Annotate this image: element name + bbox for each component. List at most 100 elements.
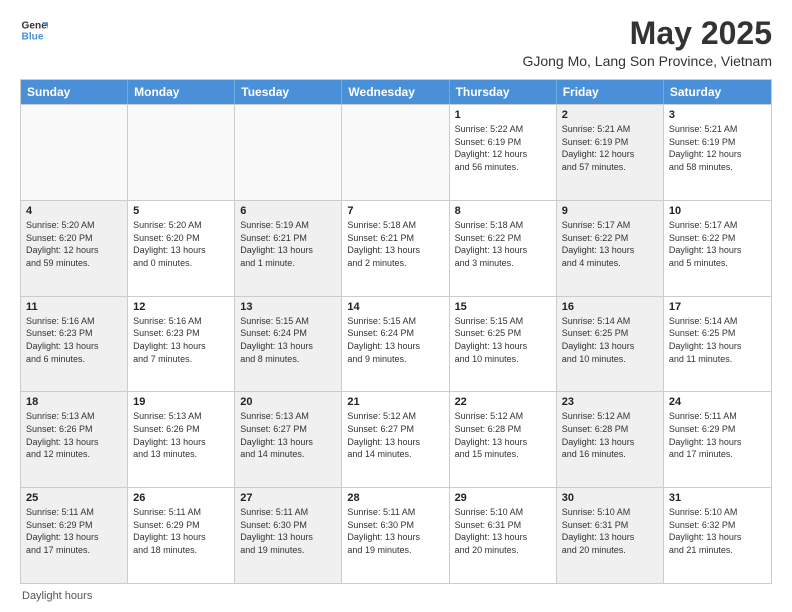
day-info: Sunrise: 5:16 AM Sunset: 6:23 PM Dayligh… [133, 315, 229, 365]
day-info: Sunrise: 5:18 AM Sunset: 6:22 PM Dayligh… [455, 219, 551, 269]
day-info: Sunrise: 5:10 AM Sunset: 6:32 PM Dayligh… [669, 506, 766, 556]
calendar-cell: 25 Sunrise: 5:11 AM Sunset: 6:29 PM Dayli… [21, 488, 128, 583]
day-info: Sunrise: 5:12 AM Sunset: 6:28 PM Dayligh… [562, 410, 658, 460]
calendar-cell: 23 Sunrise: 5:12 AM Sunset: 6:28 PM Dayli… [557, 392, 664, 487]
day-info: Sunrise: 5:11 AM Sunset: 6:30 PM Dayligh… [347, 506, 443, 556]
day-number: 15 [455, 301, 551, 313]
header-cell-wednesday: Wednesday [342, 80, 449, 104]
calendar-cell: 21Sunrise: 5:12 AM Sunset: 6:27 PM Dayli… [342, 392, 449, 487]
calendar-row-4: 18 Sunrise: 5:13 AM Sunset: 6:26 PM Dayli… [21, 391, 771, 487]
day-info: Sunrise: 5:11 AM Sunset: 6:29 PM Dayligh… [133, 506, 229, 556]
calendar-cell [342, 105, 449, 200]
svg-text:Blue: Blue [22, 31, 44, 42]
calendar-body: 1Sunrise: 5:22 AM Sunset: 6:19 PM Daylig… [21, 104, 771, 583]
header-cell-saturday: Saturday [664, 80, 771, 104]
calendar-row-2: 4 Sunrise: 5:20 AM Sunset: 6:20 PM Daylig… [21, 200, 771, 296]
logo-icon: General Blue [20, 16, 48, 44]
day-number: 6 [240, 205, 336, 217]
day-info: Sunrise: 5:13 AM Sunset: 6:26 PM Dayligh… [26, 410, 122, 460]
page: General Blue May 2025 GJong Mo, Lang Son… [0, 0, 792, 612]
day-number: 4 [26, 205, 122, 217]
day-info: Sunrise: 5:11 AM Sunset: 6:30 PM Dayligh… [240, 506, 336, 556]
day-number: 19 [133, 396, 229, 408]
calendar-cell: 8 Sunrise: 5:18 AM Sunset: 6:22 PM Daylig… [450, 201, 557, 296]
calendar-cell: 9 Sunrise: 5:17 AM Sunset: 6:22 PM Daylig… [557, 201, 664, 296]
day-number: 8 [455, 205, 551, 217]
svg-text:General: General [22, 20, 48, 31]
day-number: 21 [347, 396, 443, 408]
day-number: 27 [240, 492, 336, 504]
calendar-cell: 30 Sunrise: 5:10 AM Sunset: 6:31 PM Dayli… [557, 488, 664, 583]
calendar-cell: 12Sunrise: 5:16 AM Sunset: 6:23 PM Dayli… [128, 297, 235, 392]
calendar-header: SundayMondayTuesdayWednesdayThursdayFrid… [21, 80, 771, 104]
calendar-cell: 7 Sunrise: 5:18 AM Sunset: 6:21 PM Daylig… [342, 201, 449, 296]
day-info: Sunrise: 5:10 AM Sunset: 6:31 PM Dayligh… [455, 506, 551, 556]
day-number: 13 [240, 301, 336, 313]
day-info: Sunrise: 5:15 AM Sunset: 6:24 PM Dayligh… [347, 315, 443, 365]
day-info: Sunrise: 5:17 AM Sunset: 6:22 PM Dayligh… [562, 219, 658, 269]
day-info: Sunrise: 5:15 AM Sunset: 6:24 PM Dayligh… [240, 315, 336, 365]
calendar-cell: 10Sunrise: 5:17 AM Sunset: 6:22 PM Dayli… [664, 201, 771, 296]
day-number: 23 [562, 396, 658, 408]
day-info: Sunrise: 5:13 AM Sunset: 6:27 PM Dayligh… [240, 410, 336, 460]
calendar-cell: 11Sunrise: 5:16 AM Sunset: 6:23 PM Dayli… [21, 297, 128, 392]
calendar-cell: 4 Sunrise: 5:20 AM Sunset: 6:20 PM Daylig… [21, 201, 128, 296]
calendar-cell: 13 Sunrise: 5:15 AM Sunset: 6:24 PM Dayli… [235, 297, 342, 392]
calendar-cell: 28 Sunrise: 5:11 AM Sunset: 6:30 PM Dayli… [342, 488, 449, 583]
day-info: Sunrise: 5:18 AM Sunset: 6:21 PM Dayligh… [347, 219, 443, 269]
day-info: Sunrise: 5:21 AM Sunset: 6:19 PM Dayligh… [669, 123, 766, 173]
title-month: May 2025 [522, 16, 772, 51]
header-cell-tuesday: Tuesday [235, 80, 342, 104]
calendar-cell: 3 Sunrise: 5:21 AM Sunset: 6:19 PM Daylig… [664, 105, 771, 200]
day-number: 1 [455, 109, 551, 121]
day-info: Sunrise: 5:20 AM Sunset: 6:20 PM Dayligh… [26, 219, 122, 269]
day-info: Sunrise: 5:21 AM Sunset: 6:19 PM Dayligh… [562, 123, 658, 173]
calendar-cell: 22Sunrise: 5:12 AM Sunset: 6:28 PM Dayli… [450, 392, 557, 487]
day-number: 28 [347, 492, 443, 504]
header-cell-sunday: Sunday [21, 80, 128, 104]
day-number: 3 [669, 109, 766, 121]
calendar-cell [21, 105, 128, 200]
calendar-cell: 24 Sunrise: 5:11 AM Sunset: 6:29 PM Dayli… [664, 392, 771, 487]
calendar-cell: 18 Sunrise: 5:13 AM Sunset: 6:26 PM Dayli… [21, 392, 128, 487]
day-number: 25 [26, 492, 122, 504]
day-number: 18 [26, 396, 122, 408]
day-number: 7 [347, 205, 443, 217]
title-block: May 2025 GJong Mo, Lang Son Province, Vi… [522, 16, 772, 69]
calendar-cell [128, 105, 235, 200]
day-info: Sunrise: 5:13 AM Sunset: 6:26 PM Dayligh… [133, 410, 229, 460]
day-number: 30 [562, 492, 658, 504]
day-number: 2 [562, 109, 658, 121]
calendar-cell: 5 Sunrise: 5:20 AM Sunset: 6:20 PM Daylig… [128, 201, 235, 296]
day-info: Sunrise: 5:11 AM Sunset: 6:29 PM Dayligh… [669, 410, 766, 460]
day-info: Sunrise: 5:12 AM Sunset: 6:28 PM Dayligh… [455, 410, 551, 460]
day-info: Sunrise: 5:14 AM Sunset: 6:25 PM Dayligh… [669, 315, 766, 365]
calendar-cell: 16 Sunrise: 5:14 AM Sunset: 6:25 PM Dayli… [557, 297, 664, 392]
calendar-cell: 27 Sunrise: 5:11 AM Sunset: 6:30 PM Dayli… [235, 488, 342, 583]
calendar-cell: 26Sunrise: 5:11 AM Sunset: 6:29 PM Dayli… [128, 488, 235, 583]
calendar-cell: 31Sunrise: 5:10 AM Sunset: 6:32 PM Dayli… [664, 488, 771, 583]
day-number: 24 [669, 396, 766, 408]
calendar: SundayMondayTuesdayWednesdayThursdayFrid… [20, 79, 772, 584]
calendar-cell: 6 Sunrise: 5:19 AM Sunset: 6:21 PM Daylig… [235, 201, 342, 296]
day-info: Sunrise: 5:20 AM Sunset: 6:20 PM Dayligh… [133, 219, 229, 269]
day-info: Sunrise: 5:16 AM Sunset: 6:23 PM Dayligh… [26, 315, 122, 365]
day-number: 5 [133, 205, 229, 217]
day-number: 29 [455, 492, 551, 504]
day-number: 9 [562, 205, 658, 217]
footer-note: Daylight hours [20, 590, 772, 602]
calendar-cell [235, 105, 342, 200]
header: General Blue May 2025 GJong Mo, Lang Son… [20, 16, 772, 69]
logo: General Blue [20, 16, 48, 44]
calendar-cell: 1Sunrise: 5:22 AM Sunset: 6:19 PM Daylig… [450, 105, 557, 200]
day-number: 16 [562, 301, 658, 313]
calendar-cell: 14 Sunrise: 5:15 AM Sunset: 6:24 PM Dayli… [342, 297, 449, 392]
header-cell-thursday: Thursday [450, 80, 557, 104]
day-info: Sunrise: 5:11 AM Sunset: 6:29 PM Dayligh… [26, 506, 122, 556]
calendar-cell: 2 Sunrise: 5:21 AM Sunset: 6:19 PM Daylig… [557, 105, 664, 200]
day-number: 14 [347, 301, 443, 313]
day-number: 10 [669, 205, 766, 217]
day-info: Sunrise: 5:14 AM Sunset: 6:25 PM Dayligh… [562, 315, 658, 365]
day-info: Sunrise: 5:19 AM Sunset: 6:21 PM Dayligh… [240, 219, 336, 269]
day-info: Sunrise: 5:10 AM Sunset: 6:31 PM Dayligh… [562, 506, 658, 556]
